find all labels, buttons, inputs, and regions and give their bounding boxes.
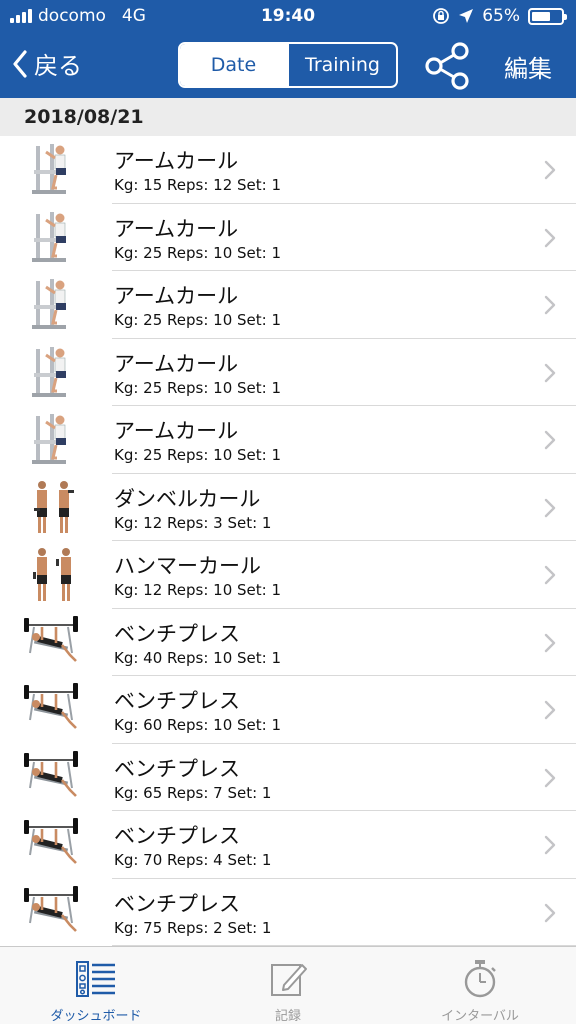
tab-dashboard[interactable]: ダッシュボード: [0, 947, 192, 1024]
exercise-name: ベンチプレス: [114, 824, 240, 848]
record-row[interactable]: ハンマーカール Kg: 12 Reps: 10 Set: 1: [0, 541, 576, 609]
chevron-right-icon: [544, 430, 556, 450]
exercise-name: ハンマーカール: [114, 554, 261, 578]
exercise-detail: Kg: 25 Reps: 10 Set: 1: [114, 311, 282, 329]
exercise-name: アームカール: [114, 351, 239, 376]
date-section-header: 2018/08/21: [0, 98, 576, 136]
exercise-detail: Kg: 25 Reps: 10 Set: 1: [114, 243, 282, 262]
segment-training[interactable]: Training: [287, 44, 396, 86]
location-arrow-icon: [459, 9, 474, 23]
battery-icon: [528, 7, 567, 25]
stopwatch-icon: [464, 960, 496, 998]
back-button[interactable]: 戻る: [12, 46, 82, 81]
chevron-left-icon: [13, 49, 27, 78]
record-row[interactable]: アームカール Kg: 25 Reps: 10 Set: 1: [0, 204, 576, 271]
exercise-name: アームカール: [114, 284, 239, 308]
tab-bar: ダッシュボード 記録 インターバル: [0, 946, 576, 1024]
record-row[interactable]: アームカール Kg: 25 Reps: 10 Set: 1: [0, 271, 576, 339]
status-bar: docomo 4G 19:40 65%: [0, 0, 576, 32]
exercise-detail: Kg: 12 Reps: 3 Set: 1: [114, 513, 272, 532]
exercise-detail: Kg: 65 Reps: 7 Set: 1: [114, 783, 272, 802]
section-date: 2018/08/21: [24, 106, 144, 128]
exercise-name: ベンチプレス: [114, 689, 240, 713]
exercise-name: アームカール: [114, 149, 239, 173]
chevron-right-icon: [544, 498, 556, 517]
status-right: 65%: [432, 6, 567, 26]
bench-press-thumbnail: [20, 883, 84, 943]
exercise-detail: Kg: 40 Reps: 10 Set: 1: [114, 648, 282, 667]
record-row[interactable]: ベンチプレス Kg: 65 Reps: 7 Set: 1: [0, 744, 576, 811]
chevron-right-icon: [544, 633, 556, 652]
chevron-right-icon: [544, 228, 556, 247]
chevron-right-icon: [544, 363, 556, 382]
battery-percent: 65%: [482, 6, 520, 26]
exercise-detail: Kg: 25 Reps: 10 Set: 1: [114, 446, 282, 464]
exercise-name: ベンチプレス: [114, 891, 240, 916]
hammer-curl-thumbnail: [20, 545, 84, 605]
record-row[interactable]: アームカール Kg: 25 Reps: 10 Set: 1: [0, 339, 576, 406]
record-row[interactable]: アームカール Kg: 25 Reps: 10 Set: 1: [0, 406, 576, 474]
tab-record-label: 記録: [274, 1009, 301, 1024]
chevron-right-icon: [544, 160, 556, 180]
exercise-name: アームカール: [114, 216, 239, 241]
arm-curl-machine-thumbnail: [20, 140, 84, 200]
arm-curl-machine-thumbnail: [20, 208, 84, 268]
chevron-right-icon: [544, 903, 556, 922]
exercise-detail: Kg: 15 Reps: 12 Set: 1: [114, 176, 282, 194]
tab-record[interactable]: 記録: [192, 947, 384, 1024]
chevron-right-icon: [544, 295, 556, 315]
bench-press-thumbnail: [20, 680, 84, 740]
date-training-segmented-control: Date Training: [178, 42, 398, 88]
exercise-detail: Kg: 75 Reps: 2 Set: 1: [114, 918, 272, 937]
rotation-lock-icon: [433, 8, 450, 24]
exercise-name: ベンチプレス: [114, 756, 240, 781]
exercise-name: ダンベルカール: [114, 486, 261, 511]
record-row[interactable]: ベンチプレス Kg: 70 Reps: 4 Set: 1: [0, 811, 576, 879]
record-row[interactable]: アームカール Kg: 15 Reps: 12 Set: 1: [0, 136, 576, 204]
exercise-name: ベンチプレス: [114, 621, 240, 646]
bench-press-thumbnail: [20, 748, 84, 808]
record-row[interactable]: ベンチプレス Kg: 75 Reps: 2 Set: 1: [0, 879, 576, 946]
chevron-right-icon: [544, 565, 556, 585]
dashboard-icon: [76, 961, 115, 997]
bench-press-thumbnail: [20, 815, 84, 875]
training-record-list: アームカール Kg: 15 Reps: 12 Set: 1 アームカール Kg: 25…: [0, 136, 576, 946]
share-icon[interactable]: [422, 40, 474, 92]
record-row[interactable]: ベンチプレス Kg: 60 Reps: 10 Set: 1: [0, 676, 576, 744]
arm-curl-machine-thumbnail: [20, 275, 84, 335]
arm-curl-machine-thumbnail: [20, 343, 84, 403]
record-row[interactable]: ダンベルカール Kg: 12 Reps: 3 Set: 1: [0, 474, 576, 541]
arm-curl-machine-thumbnail: [20, 410, 84, 470]
segment-date[interactable]: Date: [180, 44, 287, 86]
bench-press-thumbnail: [20, 613, 84, 673]
navigation-bar: 戻る Date Training 編集: [0, 32, 576, 98]
tab-dashboard-label: ダッシュボード: [50, 1009, 142, 1024]
chevron-right-icon: [544, 700, 556, 720]
record-row[interactable]: ベンチプレス Kg: 40 Reps: 10 Set: 1: [0, 609, 576, 676]
tab-interval-label: インターバル: [441, 1009, 519, 1024]
chevron-right-icon: [544, 835, 556, 855]
back-label: 戻る: [34, 52, 82, 80]
exercise-detail: Kg: 60 Reps: 10 Set: 1: [114, 716, 282, 734]
exercise-detail: Kg: 12 Reps: 10 Set: 1: [114, 581, 282, 599]
chevron-right-icon: [544, 768, 556, 787]
exercise-detail: Kg: 70 Reps: 4 Set: 1: [114, 851, 272, 869]
exercise-name: アームカール: [114, 419, 239, 443]
record-edit-icon: [271, 964, 307, 996]
tab-interval[interactable]: インターバル: [384, 947, 576, 1024]
edit-button[interactable]: 編集: [504, 49, 552, 84]
exercise-detail: Kg: 25 Reps: 10 Set: 1: [114, 378, 282, 397]
dumbbell-curl-thumbnail: [20, 478, 84, 538]
